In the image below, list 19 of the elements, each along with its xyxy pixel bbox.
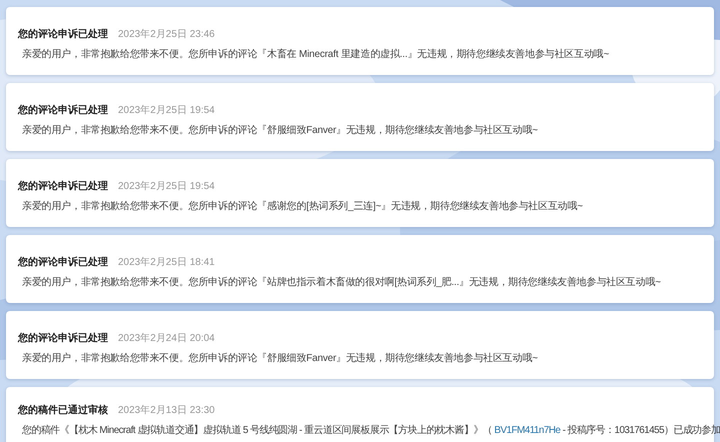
notification-title: 您的评论申诉已处理 [18, 332, 108, 345]
notification-message: 亲爱的用户，非常抱歉给您带来不便。您所申诉的评论『舒服细致Fanver』无违规，期待您继续友善地参与社区互动哦~ [21, 352, 538, 365]
notification-time: 2023年2月25日 23:46 [118, 28, 215, 41]
notification-message: 亲爱的用户，非常抱歉给您带来不便。您所申诉的评论『感谢您的[热词系列_三连]~』无违规，期待您继续友善地参与社区互动哦~ [21, 200, 583, 213]
notification-message: 亲爱的用户，非常抱歉给您带来不便。您所申诉的评论『木畜在 Minecraft 里建造的虚拟...』无违规，期待您继续友善地参与社区互动哦~ [21, 48, 610, 61]
notification-message: 亲爱的用户，非常抱歉给您带来不便。您所申诉的评论『站牌也指示着木畜做的很对啊[热词系列_肥...』无违规，期待您继续友善地参与社区互动哦~ [21, 276, 661, 289]
notification-title: 您的评论申诉已处理 [18, 180, 108, 193]
notification-title: 您的评论申诉已处理 [18, 256, 108, 269]
video-link[interactable]: BV1FM411n7He [494, 425, 560, 436]
notification-time: 2023年2月13日 23:30 [118, 404, 215, 417]
notification-message: 您的稿件《【枕木 Minecraft 虚拟轨道交通】虚拟轨道 5 号线纯圆湖 - 重云道区间展板展示【方块上的枕木酱】》（ BV1FM411n7He - 投稿序号：1031761455）已成功参加 [21, 424, 720, 437]
notification-message: 亲爱的用户，非常抱歉给您带来不便。您所申诉的评论『舒服细致Fanver』无违规，期待您继续友善地参与社区互动哦~ [21, 124, 538, 137]
notification-time: 2023年2月25日 18:41 [118, 256, 215, 269]
notification-time: 2023年2月25日 19:54 [118, 104, 215, 117]
notification-title: 您的稿件已通过审核 [18, 403, 108, 417]
notification-time: 2023年2月24日 20:04 [118, 332, 215, 345]
notification-title: 您的评论申诉已处理 [18, 104, 108, 117]
notification-title: 您的评论申诉已处理 [18, 28, 108, 41]
notification-time: 2023年2月25日 19:54 [118, 180, 215, 193]
